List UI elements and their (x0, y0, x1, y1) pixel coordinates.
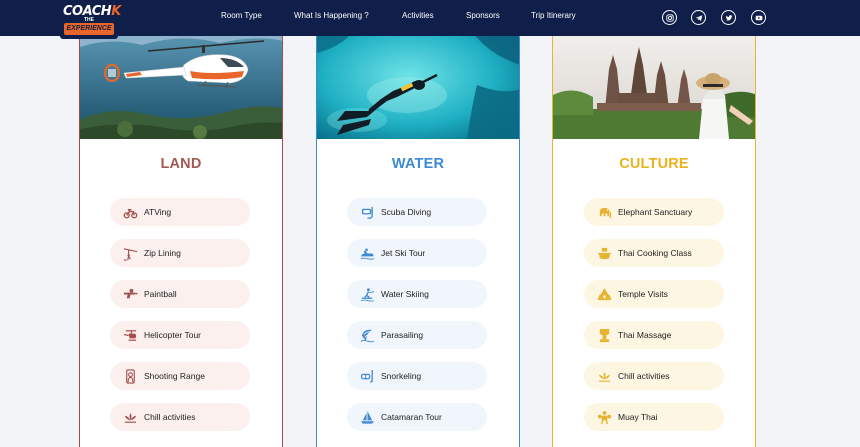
temple-photo (553, 25, 755, 139)
activity-temple-visits[interactable]: Temple Visits (584, 280, 724, 308)
boxer-icon (596, 409, 612, 425)
nav-trip-itinerary[interactable]: Trip Itinerary (531, 11, 576, 20)
instagram-icon[interactable] (662, 10, 677, 25)
jet-ski-icon (359, 245, 375, 261)
card-title-water: WATER (391, 156, 445, 172)
helicopter-icon (122, 327, 138, 343)
diver-photo (317, 25, 519, 139)
lotus-icon (596, 368, 612, 384)
activity-thai-massage[interactable]: Thai Massage (584, 321, 724, 349)
target-icon (122, 368, 138, 384)
nav-sponsors[interactable]: Sponsors (466, 11, 500, 20)
water-activities-card: WATER Scuba Diving Jet Ski Tour Water Sk… (316, 24, 520, 447)
nav-activities[interactable]: Activities (402, 11, 434, 20)
youtube-icon[interactable] (751, 10, 766, 25)
activity-thai-cooking-class[interactable]: Thai Cooking Class (584, 239, 724, 267)
activity-jet-ski[interactable]: Jet Ski Tour (347, 239, 487, 267)
activity-chill-culture[interactable]: Chill activities (584, 362, 724, 390)
paintball-gun-icon (122, 286, 138, 302)
zipline-icon (122, 245, 138, 261)
culture-activities-card: CULTURE Elephant Sanctuary Thai Cooking … (552, 24, 756, 447)
snorkel-icon (359, 368, 375, 384)
massage-icon (596, 327, 612, 343)
activity-shooting-range[interactable]: Shooting Range (110, 362, 250, 390)
activity-elephant-sanctuary[interactable]: Elephant Sanctuary (584, 198, 724, 226)
activity-parasailing[interactable]: Parasailing (347, 321, 487, 349)
sailboat-icon (359, 409, 375, 425)
lotus-icon (122, 409, 138, 425)
telegram-icon[interactable] (691, 10, 706, 25)
card-title-land: LAND (160, 156, 202, 172)
activity-helicopter-tour[interactable]: Helicopter Tour (110, 321, 250, 349)
activity-snorkeling[interactable]: Snorkeling (347, 362, 487, 390)
cooking-pot-icon (596, 245, 612, 261)
water-ski-icon (359, 286, 375, 302)
activity-catamaran-tour[interactable]: Catamaran Tour (347, 403, 487, 431)
activity-scuba-diving[interactable]: Scuba Diving (347, 198, 487, 226)
activity-muay-thai[interactable]: Muay Thai (584, 403, 724, 431)
coachk-logo[interactable]: COACHK THE EXPERIENCE (60, 1, 121, 39)
land-activities-card: LAND ATVing Zip Lining Paintball Helicop… (79, 24, 283, 447)
activity-atving[interactable]: ATVing (110, 198, 250, 226)
twitter-icon[interactable] (721, 10, 736, 25)
activity-water-skiing[interactable]: Water Skiing (347, 280, 487, 308)
diving-mask-icon (359, 204, 375, 220)
card-title-culture: CULTURE (619, 156, 689, 172)
nav-what-is-happening[interactable]: What Is Happening ? (294, 11, 369, 20)
parasail-icon (359, 327, 375, 343)
atv-icon (122, 204, 138, 220)
activity-zip-lining[interactable]: Zip Lining (110, 239, 250, 267)
activity-paintball[interactable]: Paintball (110, 280, 250, 308)
elephant-icon (596, 204, 612, 220)
helicopter-photo (80, 25, 282, 139)
activity-chill-land[interactable]: Chill activities (110, 403, 250, 431)
nav-room-type[interactable]: Room Type (221, 11, 262, 20)
top-navbar: COACHK THE EXPERIENCE Room Type What Is … (0, 0, 860, 39)
temple-icon (596, 286, 612, 302)
